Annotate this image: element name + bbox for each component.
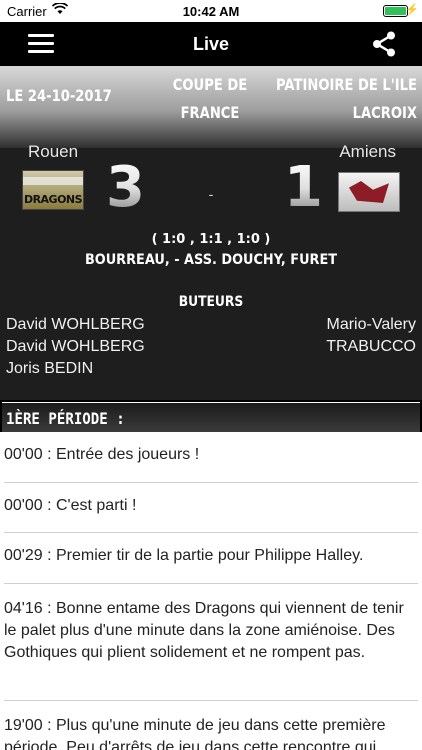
period-scores: ( 1:0 , 1:1 , 1:0 ) <box>151 232 271 247</box>
status-bar: Carrier 10:42 AM ⚡ <box>0 0 422 22</box>
away-score: 1 <box>284 155 323 220</box>
venue-name: PATINOIRE DE L'ILE LACROIX <box>276 71 417 127</box>
feed-time: 00'00 <box>4 446 43 463</box>
feed-item: 04'16 : Bonne entame des Dragons qui vie… <box>4 584 418 701</box>
charging-icon: ⚡ <box>405 4 419 16</box>
away-team-name: Amiens <box>339 142 396 161</box>
referees: BOURREAU, - ASS. DOUCHY, FURET <box>84 252 338 268</box>
feed-item: 00'00 : Entrée des joueurs ! <box>4 432 418 483</box>
away-scorers: Mario-Valery TRABUCCO <box>326 314 416 358</box>
scoreboard: Rouen Amiens DRAGONS 3 - 1 ( 1:0 , 1:1 ,… <box>0 142 422 400</box>
feed-text: : Bonne entame des Dragons qui viennent … <box>4 600 404 661</box>
match-date: LE 24-10-2017 <box>6 86 112 105</box>
feed-item: 00'00 : C'est parti ! <box>4 483 418 533</box>
match-header: LE 24-10-2017 COUPE DE FRANCE PATINOIRE … <box>0 66 422 148</box>
page-title: Live <box>192 34 230 54</box>
home-scorers: David WOHLBERG David WOHLBERG Joris BEDI… <box>6 314 145 380</box>
battery-icon <box>383 5 408 17</box>
feed-time: 19'00 <box>4 717 43 734</box>
feed-text: : Plus qu'une minute de jeu dans cette p… <box>4 717 386 750</box>
clock: 10:42 AM <box>182 4 240 19</box>
competition-line-2: FRANCE <box>180 103 240 122</box>
score-separator: - <box>208 186 214 202</box>
venue-line-1: PATINOIRE DE L'ILE <box>275 75 417 94</box>
home-scorer: David WOHLBERG <box>6 338 145 355</box>
period-header: 1ÈRE PÉRIODE : <box>0 400 422 432</box>
competition-line-1: COUPE DE <box>172 75 248 94</box>
share-icon[interactable] <box>372 31 396 57</box>
home-team-name: Rouen <box>28 142 79 161</box>
competition-name: COUPE DE FRANCE <box>169 71 251 127</box>
feed-text: : Premier tir de la partie pour Philippe… <box>42 547 364 564</box>
feed-item: 00'29 : Premier tir de la partie pour Ph… <box>4 533 418 584</box>
navigation-bar: Live <box>0 22 422 66</box>
home-scorer: David WOHLBERG <box>6 316 145 333</box>
feed-text: : C'est parti ! <box>42 497 137 514</box>
feed-time: 04'16 <box>4 600 43 617</box>
feed-item: 19'00 : Plus qu'une minute de jeu dans c… <box>4 701 418 750</box>
away-scorer: TRABUCCO <box>326 338 416 355</box>
feed-time: 00'29 <box>4 547 43 564</box>
period-label: 1ÈRE PÉRIODE : <box>6 409 125 428</box>
away-scorer: Mario-Valery <box>326 316 417 333</box>
feed-text: : Entrée des joueurs ! <box>42 446 200 463</box>
feed-time: 00'00 <box>4 497 43 514</box>
venue-line-2: LACROIX <box>352 103 417 122</box>
scorers-title: BUTEURS <box>178 294 244 310</box>
home-scorer: Joris BEDIN <box>6 360 94 377</box>
live-feed: 00'00 : Entrée des joueurs ! 00'00 : C'e… <box>0 432 422 750</box>
